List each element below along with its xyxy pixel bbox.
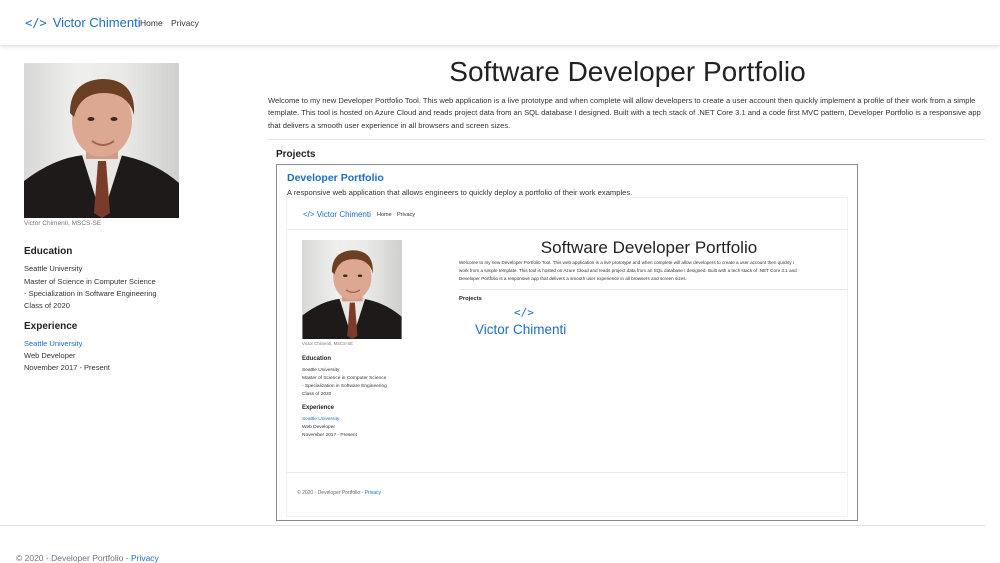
brand-link[interactable]: </> Victor Chimenti xyxy=(25,15,141,30)
nav-privacy-link[interactable]: Privacy xyxy=(171,18,199,28)
education-line: - Specialization in Software Engineering xyxy=(24,289,157,298)
thumbnail-navbar: </> Victor Chimenti Home Privacy xyxy=(287,198,847,230)
experience-heading: Experience xyxy=(24,321,78,332)
thumbnail-education-line: Class of 2020 xyxy=(302,392,332,397)
thumbnail-education-line: - Specialization in Software Engineering xyxy=(302,384,387,389)
project-description: A responsive web application that allows… xyxy=(287,188,633,197)
page-footer: © 2020 - Developer Portfolio - Privacy xyxy=(16,553,159,563)
code-brackets-icon: </> xyxy=(25,15,47,30)
thumbnail-footer: © 2020 - Developer Portfolio - Privacy xyxy=(297,490,381,496)
footer-copyright: © 2020 - Developer Portfolio - xyxy=(16,553,131,563)
project-card: Developer Portfolio A responsive web app… xyxy=(276,164,858,521)
employer-link[interactable]: Seattle University xyxy=(24,339,82,348)
thumbnail-footer-privacy: Privacy xyxy=(364,490,382,496)
divider xyxy=(268,139,985,140)
thumbnail-photo-caption: Victor Chimenti, MSCS-SE xyxy=(302,341,354,346)
thumbnail-intro-line: work from a simple template. This tool i… xyxy=(459,268,797,274)
page-title: Software Developer Portfolio xyxy=(449,56,806,87)
education-line: Master of Science in Computer Science xyxy=(24,277,156,286)
thumbnail-intro-line: Developer Portfolio is a responsive app … xyxy=(459,276,687,282)
thumbnail-footer-divider xyxy=(287,472,847,473)
thumbnail-experience-heading: Experience xyxy=(302,405,335,411)
project-thumbnail[interactable]: </> Victor Chimenti Home Privacy Victor … xyxy=(287,198,847,516)
project-title-link[interactable]: Developer Portfolio xyxy=(287,172,384,184)
thumbnail-nav-privacy: Privacy xyxy=(397,212,416,218)
thumbnail-projects-heading: Projects xyxy=(459,296,482,302)
thumbnail-logo-name: Victor Chimenti xyxy=(475,322,567,337)
thumbnail-nav-home: Home xyxy=(377,212,392,218)
thumbnail-footer-text: © 2020 - Developer Portfolio - xyxy=(297,490,365,496)
experience-dates: November 2017 - Present xyxy=(24,363,110,372)
nav-home-link[interactable]: Home xyxy=(140,18,163,28)
thumbnail-education-line: Seattle University xyxy=(302,368,340,373)
top-navbar: </> Victor Chimenti Home Privacy xyxy=(0,0,1000,46)
profile-photo xyxy=(24,63,179,218)
thumbnail-page-title: Software Developer Portfolio xyxy=(540,238,758,257)
intro-paragraph: Welcome to my new Developer Portfolio To… xyxy=(268,96,981,130)
thumbnail-profile-photo xyxy=(302,240,402,339)
photo-caption: Victor Chimenti, MSCS-SE xyxy=(24,220,102,227)
thumbnail-experience-line: Web Developer xyxy=(302,425,335,430)
thumbnail-brand: </> Victor Chimenti xyxy=(303,210,371,219)
thumbnail-intro: Welcome to my new Developer Portfolio To… xyxy=(459,259,847,284)
experience-role: Web Developer xyxy=(24,351,76,360)
education-line: Seattle University xyxy=(24,264,83,273)
education-heading: Education xyxy=(24,246,73,257)
thumbnail-education-line: Master of Science in Computer Science xyxy=(302,376,387,381)
brand-name: Victor Chimenti xyxy=(52,15,141,30)
projects-heading: Projects xyxy=(276,149,316,160)
thumbnail-experience-line: November 2017 - Present xyxy=(302,433,357,438)
thumbnail-education-heading: Education xyxy=(302,356,332,362)
thumbnail-divider xyxy=(459,289,847,290)
footer-divider xyxy=(0,525,985,526)
thumbnail-intro-line: Welcome to my new Developer Portfolio To… xyxy=(459,260,795,265)
thumbnail-experience-line: Seattle University xyxy=(302,417,340,422)
footer-privacy-link[interactable]: Privacy xyxy=(131,553,159,563)
code-brackets-icon: </> xyxy=(514,306,534,319)
education-line: Class of 2020 xyxy=(24,301,70,310)
